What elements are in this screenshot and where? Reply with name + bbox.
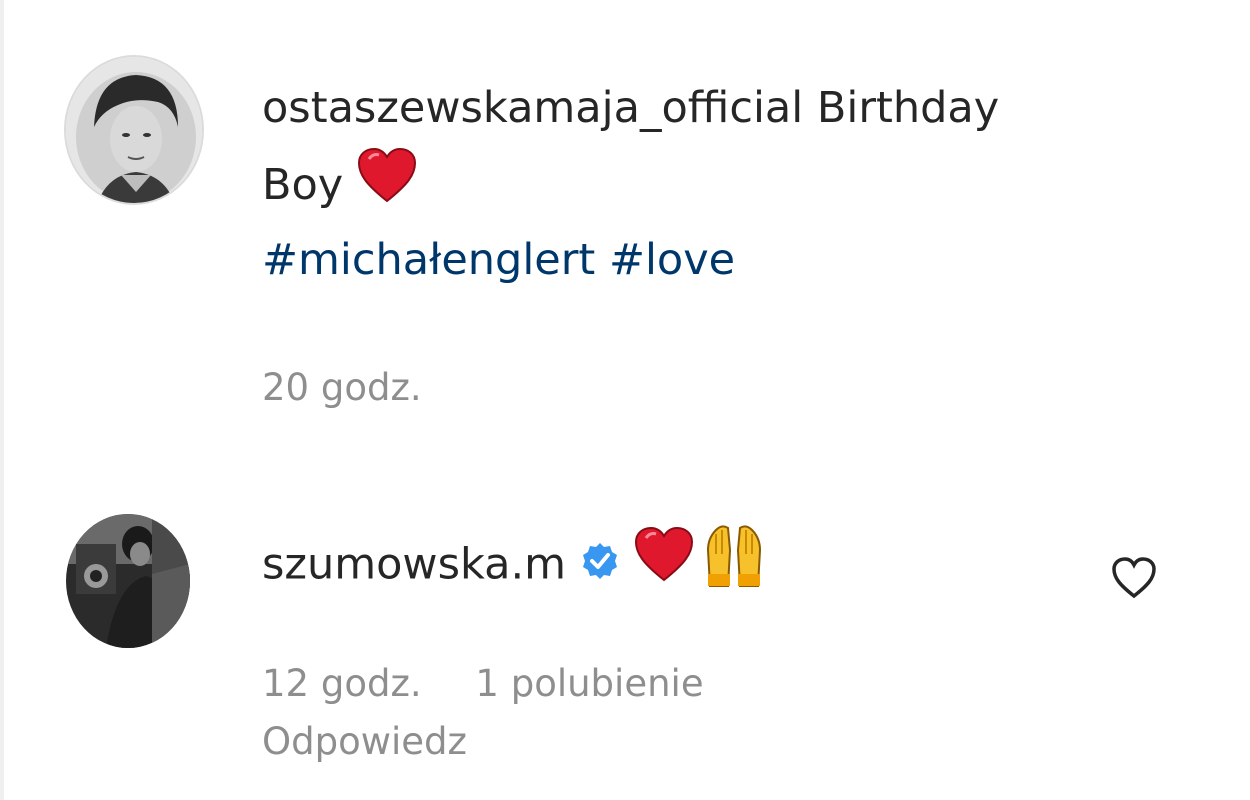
username-link[interactable]: szumowska.m bbox=[262, 540, 566, 590]
hashtag-list: #michałenglert #love bbox=[262, 235, 735, 285]
caption-word: Birthday bbox=[816, 83, 1000, 133]
avatar[interactable] bbox=[66, 514, 190, 648]
avatar[interactable] bbox=[64, 55, 204, 205]
avatar-photo bbox=[66, 514, 190, 648]
reply-label[interactable]: Odpowiedz bbox=[262, 720, 467, 764]
comment-meta: 12 godz. 1 polubienie bbox=[262, 662, 704, 706]
red-heart-icon bbox=[357, 147, 417, 228]
comment-meta: 20 godz. bbox=[262, 366, 422, 410]
hashtag-link[interactable]: #love bbox=[609, 235, 735, 285]
comments-panel: ostaszewskamaja_official Birthday Boy #m… bbox=[0, 0, 1250, 800]
comment-text: szumowska.m bbox=[262, 520, 1062, 614]
red-heart-icon bbox=[634, 526, 694, 608]
caption-line-2: Boy bbox=[262, 147, 1162, 228]
comment: szumowska.m 12 godz. 1 polubienie Odpowi… bbox=[4, 500, 1244, 790]
reply-button[interactable]: Odpowiedz bbox=[262, 720, 467, 764]
caption-comment: ostaszewskamaja_official Birthday Boy #m… bbox=[4, 0, 1244, 440]
timestamp-link[interactable]: 20 godz. bbox=[262, 366, 422, 410]
caption-line-1: ostaszewskamaja_official Birthday bbox=[262, 70, 1162, 147]
timestamp-link[interactable]: 12 godz. bbox=[262, 662, 422, 706]
caption-text: ostaszewskamaja_official Birthday Boy bbox=[262, 70, 1162, 228]
like-heart-icon[interactable] bbox=[1110, 554, 1158, 602]
caption-word: Boy bbox=[262, 160, 344, 210]
verified-badge-icon bbox=[580, 527, 620, 607]
raising-hands-icon bbox=[702, 520, 766, 614]
like-count-button[interactable]: 1 polubienie bbox=[475, 662, 703, 706]
avatar-photo bbox=[66, 57, 202, 203]
hashtag-link[interactable]: #michałenglert bbox=[262, 235, 595, 285]
username-link[interactable]: ostaszewskamaja_official bbox=[262, 83, 803, 133]
